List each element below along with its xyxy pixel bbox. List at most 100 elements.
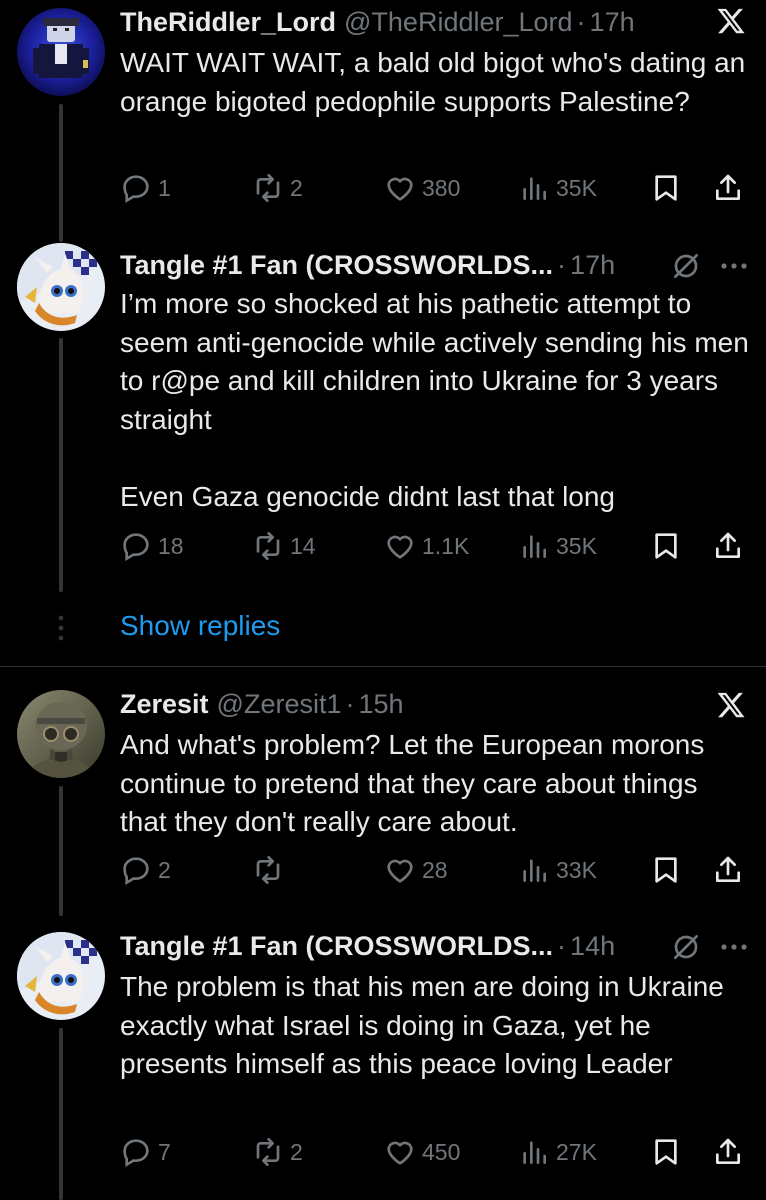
reply-icon	[123, 533, 149, 562]
bookmark-button[interactable]	[650, 1134, 682, 1170]
like-button[interactable]: 28	[384, 852, 448, 888]
display-name[interactable]: Zeresit	[120, 689, 209, 720]
bookmark-button[interactable]	[650, 170, 682, 206]
tweet-header: TheRiddler_Lord @TheRiddler_Lord · 17h	[120, 2, 635, 42]
share-icon	[716, 856, 740, 882]
reply-button[interactable]: 7	[120, 1134, 171, 1170]
repost-icon	[256, 532, 280, 560]
reply-icon	[123, 857, 149, 886]
timestamp[interactable]: 14h	[570, 931, 615, 962]
analytics-icon	[523, 859, 546, 882]
share-icon	[716, 174, 740, 200]
username[interactable]: @TheRiddler_Lord	[344, 7, 573, 38]
bookmark-icon	[655, 533, 677, 559]
view-count: 35K	[556, 174, 597, 201]
tweet-header: Tangle #1 Fan (CROSSWORLDS... · 14h	[120, 926, 615, 966]
heart-icon	[387, 859, 413, 883]
share-icon	[716, 1138, 740, 1164]
reply-count: 18	[158, 532, 184, 559]
share-button[interactable]	[712, 170, 744, 206]
analytics-icon	[523, 177, 546, 200]
like-count: 380	[422, 174, 461, 201]
bookmark-button[interactable]	[650, 852, 682, 888]
reply-button[interactable]: 2	[120, 852, 171, 888]
reply-icon	[123, 1139, 149, 1168]
share-button[interactable]	[712, 528, 744, 564]
avatar-image	[17, 690, 105, 778]
views-button[interactable]: 27K	[518, 1134, 597, 1170]
repost-count: 14	[290, 532, 316, 559]
avatar[interactable]	[17, 690, 105, 778]
tweet-text: I’m more so shocked at his pathetic atte…	[120, 288, 749, 512]
views-button[interactable]: 35K	[518, 528, 597, 564]
analytics-icon	[523, 1141, 546, 1164]
timestamp[interactable]: 17h	[570, 250, 615, 281]
repost-button[interactable]: 2	[252, 170, 303, 206]
separator-dot: ·	[576, 6, 586, 37]
repost-button[interactable]	[252, 852, 290, 888]
bookmark-icon	[655, 1139, 677, 1165]
separator-dot: ·	[557, 249, 567, 280]
tweet-header: Zeresit @Zeresit1 · 15h	[120, 684, 404, 724]
reply-count: 2	[158, 856, 171, 883]
avatar-image	[17, 243, 105, 331]
heart-icon	[387, 177, 413, 201]
view-count: 33K	[556, 856, 597, 883]
avatar-image	[17, 8, 105, 96]
like-button[interactable]: 450	[384, 1134, 460, 1170]
like-count: 450	[422, 1138, 461, 1165]
tweet-header: Tangle #1 Fan (CROSSWORLDS... · 17h	[120, 245, 615, 285]
reply-button[interactable]: 1	[120, 170, 171, 206]
display-name[interactable]: Tangle #1 Fan (CROSSWORLDS...	[120, 250, 553, 281]
x-logo-icon	[717, 692, 745, 718]
thread-line	[59, 786, 63, 916]
views-button[interactable]: 35K	[518, 170, 597, 206]
view-count: 27K	[556, 1138, 597, 1165]
bookmark-icon	[655, 857, 677, 883]
avatar[interactable]	[17, 8, 105, 96]
bookmark-icon	[655, 175, 677, 201]
repost-button[interactable]: 14	[252, 528, 316, 564]
display-name[interactable]: TheRiddler_Lord	[120, 7, 336, 38]
thread-line	[59, 104, 63, 242]
view-count: 35K	[556, 532, 597, 559]
tweet-text: WAIT WAIT WAIT, a bald old bigot who's d…	[120, 47, 754, 117]
avatar[interactable]	[17, 243, 105, 331]
like-button[interactable]: 380	[384, 170, 460, 206]
more-options-icon[interactable]	[716, 256, 752, 276]
reply-button[interactable]: 18	[120, 528, 184, 564]
thread-line	[59, 1028, 63, 1200]
share-button[interactable]	[712, 1134, 744, 1170]
views-button[interactable]: 33K	[518, 852, 597, 888]
tweet-text: The problem is that his men are doing in…	[120, 971, 732, 1079]
share-icon	[716, 532, 740, 558]
grok-icon[interactable]	[670, 931, 702, 963]
thread-line	[59, 338, 63, 592]
avatar[interactable]	[17, 932, 105, 1020]
timestamp[interactable]: 17h	[590, 7, 635, 38]
separator-dot: ·	[557, 930, 567, 961]
like-button[interactable]: 1.1K	[384, 528, 469, 564]
timestamp[interactable]: 15h	[359, 689, 404, 720]
repost-count: 2	[290, 174, 303, 201]
heart-icon	[387, 1141, 413, 1165]
repost-icon	[256, 856, 280, 884]
bookmark-button[interactable]	[650, 528, 682, 564]
like-count: 28	[422, 856, 448, 883]
repost-count: 2	[290, 1138, 303, 1165]
analytics-icon	[523, 535, 546, 558]
username[interactable]: @Zeresit1	[217, 689, 342, 720]
divider	[0, 666, 766, 667]
grok-icon[interactable]	[670, 250, 702, 282]
thread-continuation-dots-icon	[58, 615, 64, 641]
share-button[interactable]	[712, 852, 744, 888]
repost-button[interactable]: 2	[252, 1134, 303, 1170]
display-name[interactable]: Tangle #1 Fan (CROSSWORLDS...	[120, 931, 553, 962]
more-options-icon[interactable]	[716, 937, 752, 957]
show-replies-link[interactable]: Show replies	[120, 610, 280, 642]
reply-icon	[123, 175, 149, 204]
tweet-text: And what's problem? Let the European mor…	[120, 729, 713, 837]
heart-icon	[387, 535, 413, 559]
separator-dot: ·	[345, 688, 355, 719]
avatar-image	[17, 932, 105, 1020]
